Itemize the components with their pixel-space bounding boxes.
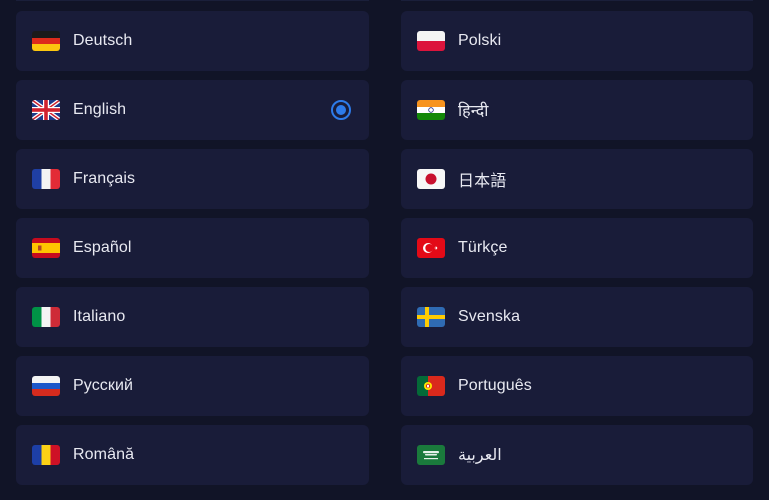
portugal-flag-icon: [417, 376, 445, 396]
france-flag-icon: [32, 169, 60, 189]
language-option-francais[interactable]: Français: [16, 149, 369, 209]
language-label: हिन्दी: [458, 103, 489, 120]
language-option-arabic[interactable]: العربية: [401, 425, 753, 485]
india-flag-icon: [417, 100, 445, 120]
language-option-deutsch[interactable]: Deutsch: [16, 11, 369, 71]
language-label: Deutsch: [73, 32, 133, 49]
language-label: Polski: [458, 32, 502, 49]
language-label: Italiano: [73, 308, 126, 325]
language-option-english[interactable]: English: [16, 80, 369, 140]
language-selection-page: Deutsch Polski English हिन्दी Français 日…: [0, 0, 769, 500]
germany-flag-icon: [32, 31, 60, 51]
spain-flag-icon: [32, 238, 60, 258]
language-label: العربية: [458, 447, 502, 464]
previous-card-edge: [16, 0, 369, 1]
language-label: Français: [73, 170, 136, 187]
language-label: Português: [458, 377, 532, 394]
language-option-hindi[interactable]: हिन्दी: [401, 80, 753, 140]
language-option-svenska[interactable]: Svenska: [401, 287, 753, 347]
language-label: Español: [73, 239, 132, 256]
japan-flag-icon: [417, 169, 445, 189]
language-option-italiano[interactable]: Italiano: [16, 287, 369, 347]
uk-flag-icon: [32, 100, 60, 120]
language-option-japanese[interactable]: 日本語: [401, 149, 753, 209]
language-label: Svenska: [458, 308, 521, 325]
sweden-flag-icon: [417, 307, 445, 327]
language-option-polski[interactable]: Polski: [401, 11, 753, 71]
language-label: Română: [73, 446, 135, 463]
language-option-espanol[interactable]: Español: [16, 218, 369, 278]
russia-flag-icon: [32, 376, 60, 396]
romania-flag-icon: [32, 445, 60, 465]
language-grid: Deutsch Polski English हिन्दी Français 日…: [16, 11, 753, 485]
language-option-portugues[interactable]: Português: [401, 356, 753, 416]
italy-flag-icon: [32, 307, 60, 327]
previous-card-edge: [401, 0, 753, 1]
language-option-turkce[interactable]: Türkçe: [401, 218, 753, 278]
language-option-russkiy[interactable]: Русский: [16, 356, 369, 416]
saudi-arabia-flag-icon: [417, 445, 445, 465]
language-label: English: [73, 101, 127, 118]
language-label: 日本語: [458, 173, 507, 190]
language-label: Türkçe: [458, 239, 508, 256]
language-label: Русский: [73, 377, 134, 394]
radio-dot: [336, 105, 346, 115]
selected-radio-button[interactable]: [331, 100, 351, 120]
poland-flag-icon: [417, 31, 445, 51]
turkey-flag-icon: [417, 238, 445, 258]
language-option-romana[interactable]: Română: [16, 425, 369, 485]
